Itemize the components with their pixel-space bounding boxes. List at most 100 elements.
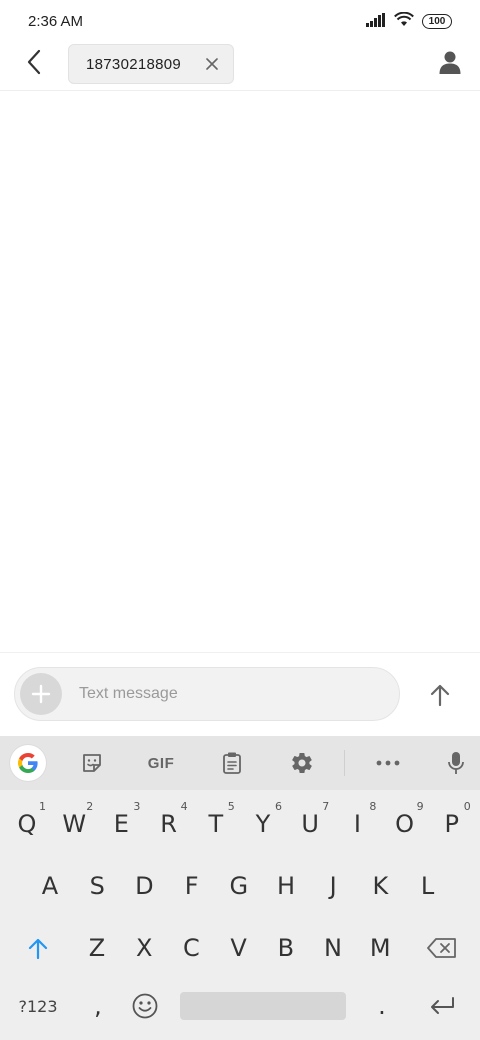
key-b[interactable]: B <box>263 920 309 976</box>
key-label: U <box>301 810 319 838</box>
key-k[interactable]: K <box>357 858 403 914</box>
key-hint-6: 6 <box>275 800 282 813</box>
key-a[interactable]: A <box>27 858 73 914</box>
shift-arrow-icon <box>28 938 48 959</box>
recipient-chip[interactable]: 18730218809 <box>68 44 234 84</box>
key-d[interactable]: D <box>121 858 167 914</box>
status-bar: 2:36 AM 100 <box>0 0 480 42</box>
gif-label: GIF <box>147 754 175 772</box>
keyboard-toolbar: GIF <box>0 736 480 790</box>
back-button[interactable] <box>18 48 50 80</box>
keyboard: GIF 1 Q 2 W 3 E 4 R 5 T 6 Y 7 U 8 I 9 O … <box>0 736 480 1040</box>
key-hint-4: 4 <box>180 800 188 813</box>
key-y[interactable]: 6Y <box>240 796 286 852</box>
key-f[interactable]: F <box>169 858 215 914</box>
key-z[interactable]: Z <box>74 920 120 976</box>
back-arrow-icon <box>26 49 42 79</box>
key-m[interactable]: M <box>357 920 403 976</box>
key-hint-0: 0 <box>463 800 471 813</box>
key-hint-8: 8 <box>369 800 377 813</box>
key-j[interactable]: J <box>310 858 356 914</box>
key-label: T <box>208 810 224 838</box>
backspace-key[interactable] <box>416 920 468 976</box>
key-hint-7: 7 <box>322 800 330 813</box>
key-c[interactable]: C <box>168 920 214 976</box>
message-list <box>0 92 480 652</box>
period-key[interactable]: . <box>362 978 402 1034</box>
space-key[interactable] <box>180 992 346 1020</box>
close-icon <box>206 58 218 70</box>
key-label: W <box>62 810 87 838</box>
keyboard-row-2: ASDFGHJKL <box>0 858 480 920</box>
recipient-number: 18730218809 <box>86 55 182 73</box>
attach-button[interactable] <box>20 673 62 715</box>
compose-bar <box>0 652 480 736</box>
more-button[interactable] <box>370 745 406 781</box>
sticker-icon <box>83 754 101 772</box>
google-search-button[interactable] <box>10 745 46 781</box>
contact-person-icon <box>439 50 461 78</box>
key-o[interactable]: 9O <box>382 796 428 852</box>
sticker-button[interactable] <box>74 745 110 781</box>
message-input[interactable] <box>79 678 379 710</box>
key-e[interactable]: 3E <box>98 796 144 852</box>
keyboard-row-3: ZXCVBNM <box>0 920 480 982</box>
key-hint-5: 5 <box>227 800 235 813</box>
key-label: R <box>160 810 177 838</box>
conversation-header: 18730218809 <box>0 42 480 91</box>
wifi-icon <box>394 11 414 31</box>
key-label: P <box>444 810 460 838</box>
key-r[interactable]: 4R <box>146 796 192 852</box>
remove-recipient-button[interactable] <box>203 55 221 73</box>
shift-key[interactable] <box>12 920 64 976</box>
plus-icon <box>31 684 51 704</box>
signal-icon <box>366 12 386 31</box>
key-q[interactable]: 1Q <box>4 796 50 852</box>
key-v[interactable]: V <box>216 920 262 976</box>
google-g-icon <box>18 753 38 773</box>
enter-return-icon <box>431 997 454 1014</box>
key-hint-9: 9 <box>416 800 424 813</box>
key-t[interactable]: 5T <box>193 796 239 852</box>
comma-key[interactable]: , <box>78 978 118 1034</box>
compose-field <box>14 667 400 721</box>
gif-button[interactable]: GIF <box>138 745 184 781</box>
status-time: 2:36 AM <box>28 13 84 30</box>
key-h[interactable]: H <box>263 858 309 914</box>
key-x[interactable]: X <box>121 920 167 976</box>
toolbar-divider <box>344 750 345 776</box>
key-label: Y <box>255 810 271 838</box>
key-label: Q <box>17 810 37 838</box>
key-hint-3: 3 <box>133 800 141 813</box>
emoji-icon <box>132 993 158 1019</box>
clipboard-icon <box>223 752 241 774</box>
key-label: E <box>113 810 129 838</box>
settings-button[interactable] <box>284 745 320 781</box>
key-l[interactable]: L <box>405 858 451 914</box>
send-button[interactable] <box>422 677 458 713</box>
battery-icon: 100 <box>422 14 452 29</box>
key-n[interactable]: N <box>310 920 356 976</box>
key-u[interactable]: 7U <box>287 796 333 852</box>
symbols-key[interactable]: ?123 <box>10 978 66 1034</box>
mic-icon <box>448 752 464 774</box>
backspace-icon <box>427 938 456 958</box>
keyboard-row-4: ?123 , . <box>0 978 480 1040</box>
clipboard-button[interactable] <box>214 745 250 781</box>
key-p[interactable]: 0P <box>429 796 475 852</box>
emoji-key[interactable] <box>124 978 166 1034</box>
more-dots-icon <box>376 760 400 766</box>
send-arrow-up-icon <box>430 684 450 707</box>
key-i[interactable]: 8I <box>334 796 380 852</box>
key-hint-1: 1 <box>39 800 46 813</box>
key-s[interactable]: S <box>74 858 120 914</box>
keyboard-row-1: 1Q2W3E4R5T6Y7U8I9O0P <box>0 796 480 858</box>
contact-button[interactable] <box>434 48 466 80</box>
gear-icon <box>292 753 312 774</box>
key-w[interactable]: 2W <box>51 796 97 852</box>
voice-input-button[interactable] <box>438 745 474 781</box>
key-hint-2: 2 <box>86 800 94 813</box>
key-g[interactable]: G <box>216 858 262 914</box>
enter-key[interactable] <box>420 978 464 1034</box>
key-label: O <box>395 810 415 838</box>
